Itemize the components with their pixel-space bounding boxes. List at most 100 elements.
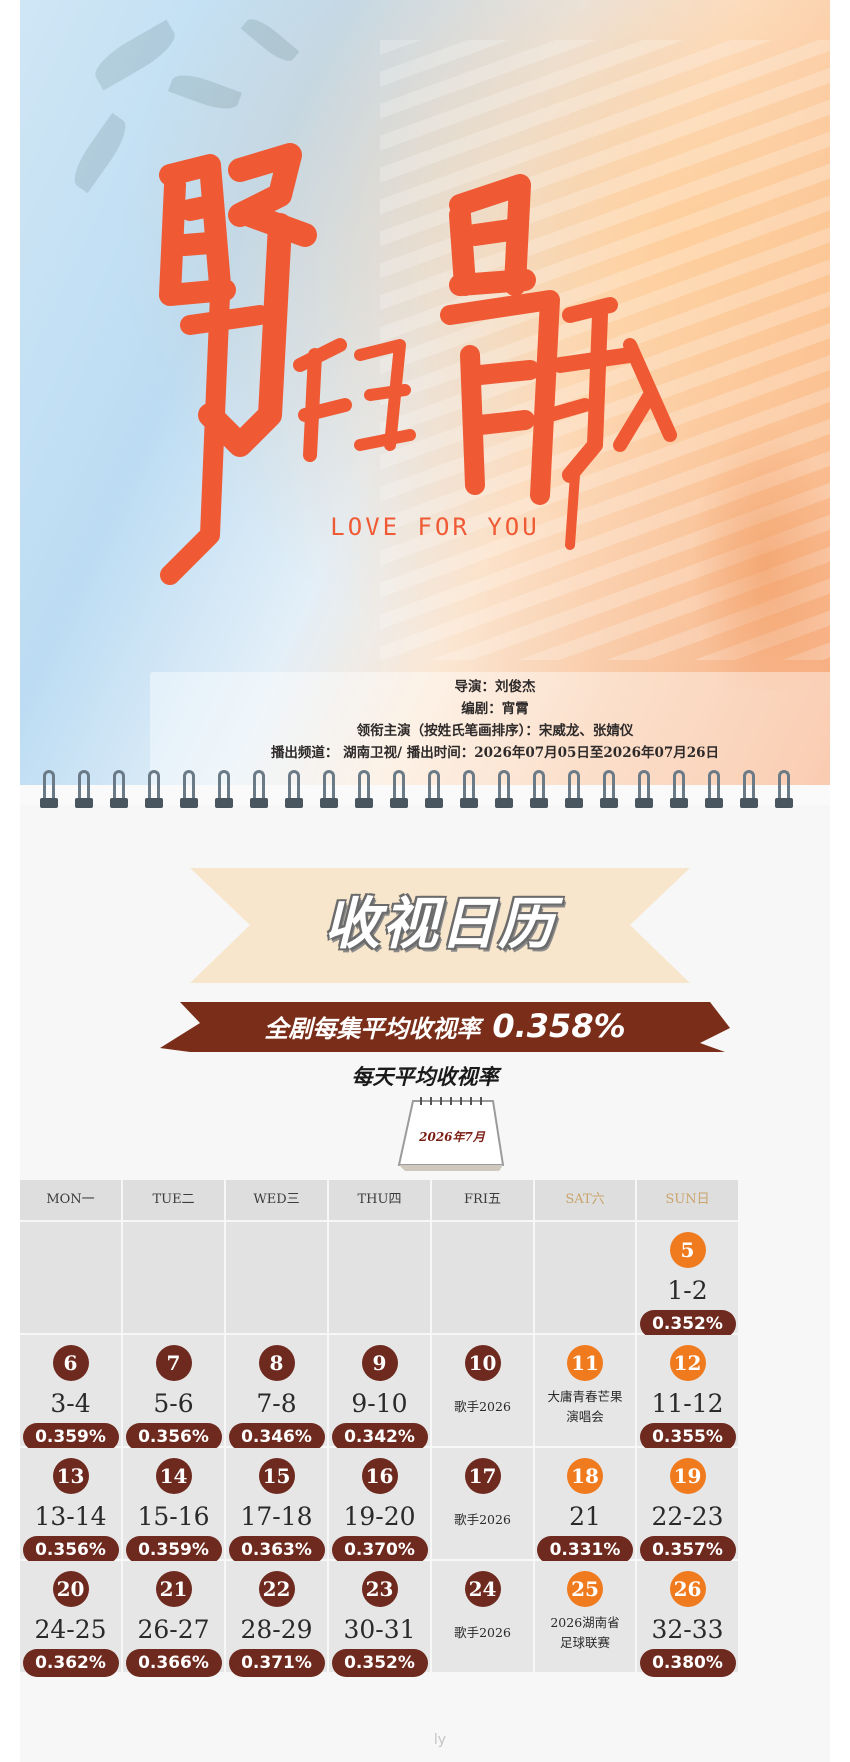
day-number: 17: [464, 1458, 501, 1494]
day-number: 25: [567, 1571, 603, 1607]
binding-ring: [635, 770, 653, 810]
day-number: 15: [258, 1458, 295, 1494]
ring-loop: [498, 770, 510, 800]
day-cell: 20 24-25 0.362%: [20, 1561, 121, 1677]
episode-range: 24-25: [34, 1615, 107, 1644]
day-number: 8: [258, 1345, 295, 1381]
day-cell: 5 1-2 0.352%: [637, 1222, 738, 1338]
ring-hole: [425, 798, 443, 808]
episode-range: 5-6: [153, 1389, 194, 1418]
ring-loop: [778, 770, 790, 800]
binding-ring: [670, 770, 688, 810]
binding-ring: [145, 770, 163, 810]
day-cell: 17 歌手2026: [432, 1448, 533, 1559]
rating-badge: 0.355%: [639, 1423, 736, 1451]
average-value: 0.358%: [492, 1007, 626, 1045]
ring-loop: [708, 770, 720, 800]
ring-hole: [285, 798, 303, 808]
preemption-note: 歌手2026: [454, 1512, 511, 1527]
binding-ring: [775, 770, 793, 810]
day-number: 9: [361, 1345, 398, 1381]
episode-range: 11-12: [651, 1389, 724, 1418]
day-number: 10: [464, 1345, 501, 1381]
ring-hole: [775, 798, 793, 808]
weekday-label: WED三: [226, 1180, 327, 1220]
ring-hole: [320, 798, 338, 808]
rating-badge: 0.363%: [228, 1536, 325, 1564]
rating-badge: 0.366%: [125, 1649, 222, 1677]
weekday-label: THU四: [329, 1180, 430, 1220]
ring-hole: [215, 798, 233, 808]
binding-ring: [75, 770, 93, 810]
day-cell: 8 7-8 0.346%: [226, 1335, 327, 1451]
day-cell: 25 2026湖南省足球联赛: [535, 1561, 635, 1672]
binding-ring: [285, 770, 303, 810]
credit-writer: 编剧：宵霄: [461, 701, 529, 717]
day-number: 19: [669, 1458, 706, 1494]
rating-badge: 0.356%: [125, 1423, 222, 1451]
ring-hole: [740, 798, 758, 808]
calendar-grid: 5 1-2 0.352% 6 3-4 0.359% 7 5-6 0.356% 8 7-8 0.346%…: [20, 1222, 830, 1727]
day-cell: 15 17-18 0.363%: [226, 1448, 327, 1564]
ring-loop: [393, 770, 405, 800]
episode-range: 30-31: [343, 1615, 416, 1644]
ring-loop: [323, 770, 335, 800]
binding-ring: [740, 770, 758, 810]
rating-badge: 0.380%: [639, 1649, 736, 1677]
binding-ring: [705, 770, 723, 810]
day-number: 5: [669, 1232, 706, 1268]
day-cell: 10 歌手2026: [432, 1335, 533, 1446]
rating-badge: 0.346%: [228, 1423, 325, 1451]
day-number: 18: [567, 1458, 603, 1494]
day-number: 16: [361, 1458, 398, 1494]
ring-hole: [635, 798, 653, 808]
ring-loop: [463, 770, 475, 800]
rating-badge: 0.359%: [125, 1536, 222, 1564]
rating-badge: 0.356%: [22, 1536, 119, 1564]
episode-range: 32-33: [651, 1615, 724, 1644]
ring-loop: [183, 770, 195, 800]
episode-range: 7-8: [256, 1389, 297, 1418]
day-cell: 11 大庸青春芒果演唱会: [535, 1335, 635, 1446]
episode-range: 9-10: [351, 1389, 408, 1418]
ring-loop: [78, 770, 90, 800]
ring-hole: [250, 798, 268, 808]
month-label: 2026年7月: [419, 1130, 485, 1144]
empty-day-cell: [432, 1222, 533, 1333]
episode-range: 17-18: [240, 1502, 313, 1531]
weekday-header: MON一 TUE二 WED三 THU四 FRI五 SAT六 SUN日: [20, 1180, 830, 1220]
ring-hole: [75, 798, 93, 808]
rating-badge: 0.359%: [22, 1423, 119, 1451]
day-cell: 21 26-27 0.366%: [123, 1561, 224, 1677]
poster-credits: 导演：刘俊杰 编剧：宵霄 领衔主演（按姓氏笔画排序）：宋威龙、张婧仪 播出频道：…: [150, 672, 830, 785]
ring-hole: [110, 798, 128, 808]
binding-ring: [495, 770, 513, 810]
day-number: 22: [258, 1571, 295, 1607]
day-cell: 24 歌手2026: [432, 1561, 533, 1672]
rating-badge: 0.342%: [331, 1423, 428, 1451]
ring-loop: [533, 770, 545, 800]
ring-loop: [673, 770, 685, 800]
preemption-note: 歌手2026: [454, 1625, 511, 1640]
day-cell: 16 19-20 0.370%: [329, 1448, 430, 1564]
credit-cast: 领衔主演（按姓氏笔画排序）：宋威龙、张婧仪: [356, 723, 634, 739]
rating-badge: 0.371%: [228, 1649, 325, 1677]
day-number: 7: [155, 1345, 192, 1381]
binding-ring: [425, 770, 443, 810]
day-number: 12: [669, 1345, 706, 1381]
binding-ring: [320, 770, 338, 810]
day-cell: 12 11-12 0.355%: [637, 1335, 738, 1451]
day-cell: 6 3-4 0.359%: [20, 1335, 121, 1451]
preemption-note: 歌手2026: [454, 1399, 511, 1414]
ring-loop: [603, 770, 615, 800]
binding-ring: [180, 770, 198, 810]
credit-director: 导演：刘俊杰: [454, 679, 536, 695]
poster-subtitle: LOVE FOR YOU: [330, 513, 539, 541]
empty-day-cell: [20, 1222, 121, 1333]
ring-hole: [530, 798, 548, 808]
spiral-binding: [20, 770, 830, 820]
weekday-label: SUN日: [637, 1180, 738, 1220]
day-cell: 14 15-16 0.359%: [123, 1448, 224, 1564]
ring-loop: [358, 770, 370, 800]
episode-range: 22-23: [651, 1502, 724, 1531]
